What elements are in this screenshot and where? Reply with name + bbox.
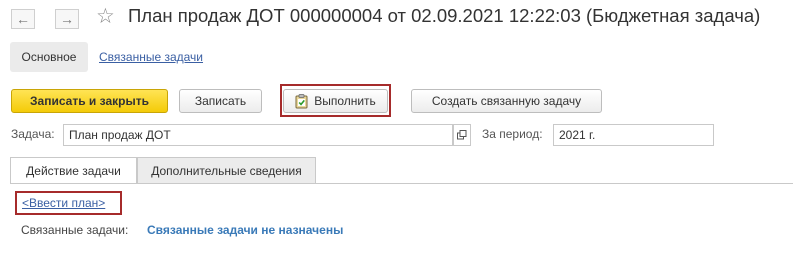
tab-related-tasks[interactable]: Связанные задачи <box>99 50 203 64</box>
tab-additional-info-label: Дополнительные сведения <box>151 163 302 178</box>
save-label: Записать <box>194 94 247 108</box>
window-title: План продаж ДОТ 000000004 от 02.09.2021 … <box>128 5 761 26</box>
tab-task-action[interactable]: Действие задачи <box>10 157 137 183</box>
execute-label: Выполнить <box>314 94 376 108</box>
tab-main[interactable]: Основное <box>10 42 88 72</box>
task-label: Задача: <box>11 127 55 141</box>
save-and-close-button[interactable]: Записать и закрыть <box>11 89 168 113</box>
related-tasks-label: Связанные задачи: <box>21 223 129 237</box>
period-field[interactable]: 2021 г. <box>553 124 714 146</box>
save-button[interactable]: Записать <box>179 89 262 113</box>
tab-task-action-label: Действие задачи <box>26 163 121 178</box>
arrow-right-icon: → <box>60 11 74 27</box>
forward-button[interactable]: → <box>55 9 79 29</box>
related-tasks-status: Связанные задачи не назначены <box>147 223 344 237</box>
save-and-close-label: Записать и закрыть <box>30 94 149 108</box>
open-task-button[interactable] <box>453 124 471 146</box>
arrow-left-icon: ← <box>16 11 30 27</box>
clipboard-check-icon <box>295 93 308 109</box>
back-button[interactable]: ← <box>11 9 35 29</box>
task-field[interactable]: План продаж ДОТ <box>63 124 453 146</box>
execute-button[interactable]: Выполнить <box>283 89 388 113</box>
create-related-task-label: Создать связанную задачу <box>431 94 582 108</box>
period-label: За период: <box>482 127 543 141</box>
tab-additional-info[interactable]: Дополнительные сведения <box>137 157 316 183</box>
tab-panel-divider <box>10 183 793 184</box>
create-related-task-button[interactable]: Создать связанную задачу <box>411 89 602 113</box>
tab-main-label: Основное <box>21 50 77 64</box>
open-icon <box>457 130 467 140</box>
period-field-value: 2021 г. <box>559 128 596 142</box>
enter-plan-link[interactable]: <Ввести план> <box>22 196 105 210</box>
task-field-value: План продаж ДОТ <box>69 128 171 142</box>
favorite-star-icon[interactable]: ☆ <box>96 6 115 27</box>
